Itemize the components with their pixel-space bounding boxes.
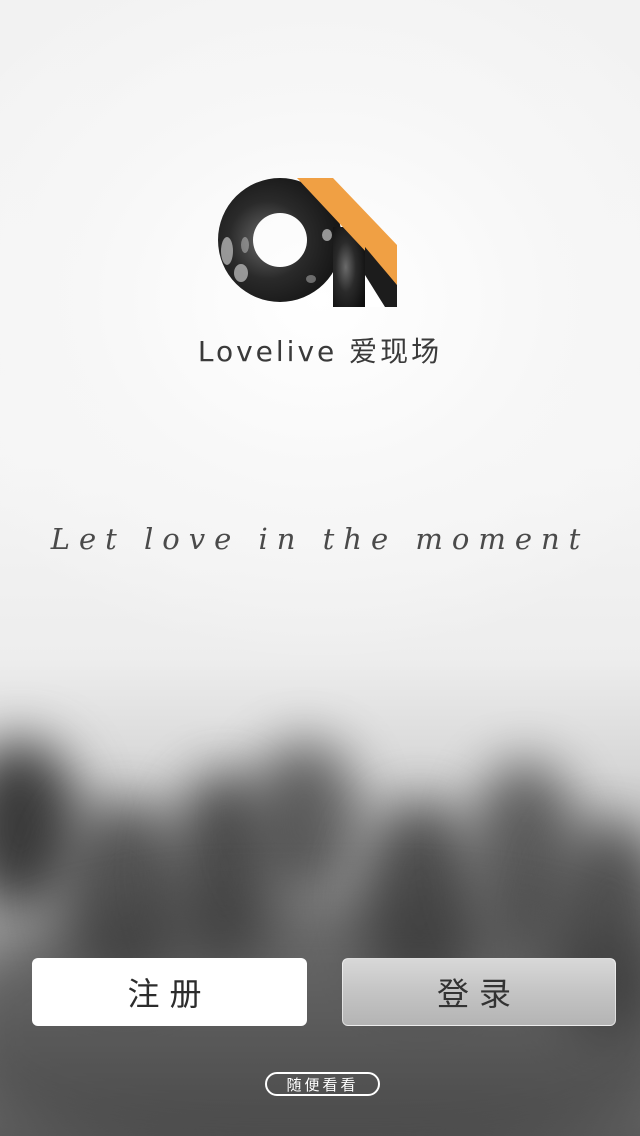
browse-as-guest-button[interactable]: 随便看看 <box>265 1072 380 1096</box>
brand-name: Lovelive 爱现场 <box>197 335 443 368</box>
register-button[interactable]: 注册 <box>32 958 307 1026</box>
tagline: Let love in the moment <box>50 522 590 556</box>
lovelive-a-logo-icon <box>218 178 397 307</box>
login-button[interactable]: 登录 <box>342 958 616 1026</box>
welcome-screen: Lovelive 爱现场 Let love in the moment 注册 登… <box>0 0 640 1136</box>
